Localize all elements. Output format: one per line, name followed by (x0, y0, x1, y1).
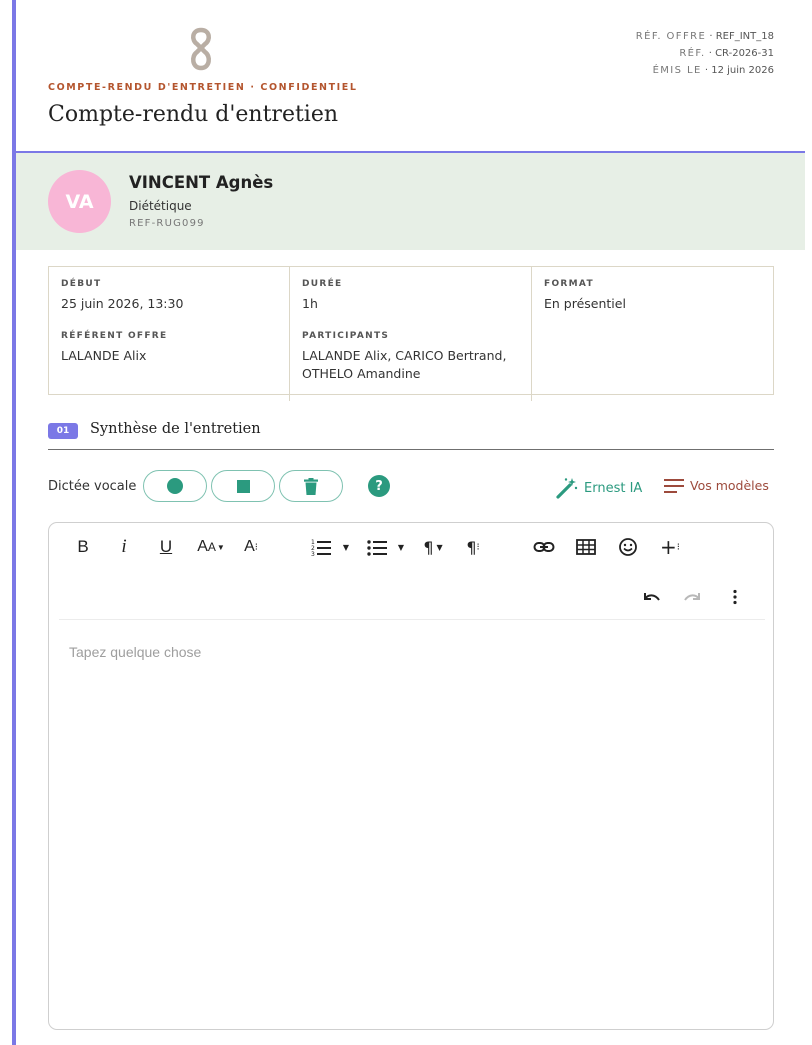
bullet-list-dropdown-icon[interactable]: ▼ (396, 535, 406, 559)
section-number-badge: 01 (48, 423, 78, 439)
info-referent: RÉFÉRENT OFFRE LALANDE Alix (61, 331, 168, 363)
dictation-toolbar: Dictée vocale ? Ernest IA Vos modèles (48, 470, 774, 504)
delete-recording-button[interactable] (279, 470, 343, 502)
ernest-ia-button[interactable]: Ernest IA (556, 477, 642, 499)
avatar: VA (48, 170, 111, 233)
info-duration: DURÉE 1h (302, 279, 343, 311)
info-participants: PARTICIPANTS LALANDE Alix, CARICO Bertra… (302, 331, 507, 381)
page-header: COMPTE-RENDU D'ENTRETIEN · CONFIDENTIEL … (16, 0, 812, 152)
magic-wand-icon (556, 478, 578, 499)
table-icon[interactable] (576, 535, 596, 559)
trash-icon (304, 477, 318, 495)
record-icon (167, 478, 183, 494)
text-style-icon[interactable]: A ⁝ (240, 535, 262, 559)
link-icon[interactable] (533, 535, 555, 559)
ordered-list-dropdown-icon[interactable]: ▼ (341, 535, 351, 559)
ref-offer-line: RÉF. OFFRE · REF_INT_18 (635, 31, 774, 42)
document-kicker: COMPTE-RENDU D'ENTRETIEN · CONFIDENTIEL (48, 82, 358, 93)
italic-icon[interactable]: i (117, 535, 131, 559)
info-column-3: FORMAT En présentiel (532, 267, 773, 401)
font-size-icon[interactable]: A A ▼ (194, 535, 228, 559)
stop-icon (236, 479, 250, 493)
more-options-icon[interactable] (731, 585, 739, 609)
info-format: FORMAT En présentiel (544, 279, 626, 311)
info-column-1: DÉBUT 25 juin 2026, 13:30 RÉFÉRENT OFFRE… (49, 267, 290, 401)
underline-icon[interactable]: U (157, 535, 175, 559)
logo-icon (191, 27, 211, 71)
bold-icon[interactable]: B (75, 535, 91, 559)
templates-label: Vos modèles (690, 478, 769, 493)
info-column-2: DURÉE 1h PARTICIPANTS LALANDE Alix, CARI… (290, 267, 532, 401)
interview-info-grid: DÉBUT 25 juin 2026, 13:30 RÉFÉRENT OFFRE… (48, 266, 774, 401)
help-icon[interactable]: ? (368, 475, 390, 497)
bullet-list-icon[interactable] (367, 535, 389, 559)
section-heading: 01 Synthèse de l'entretien (48, 420, 774, 450)
paragraph-style-icon[interactable]: ¶ ⁝ (462, 535, 484, 559)
editor-text-area[interactable] (49, 620, 773, 1028)
emoji-icon[interactable] (618, 535, 638, 559)
rich-text-editor: B i U A A ▼ A ⁝ 1 2 3 ▼ ▼ ¶ ▼ ¶ ⁝ + ⁝ Ta… (48, 522, 774, 1030)
svg-text:3: 3 (311, 551, 315, 558)
candidate-ref: REF-RUG099 (129, 218, 205, 229)
redo-icon[interactable] (683, 585, 703, 609)
ernest-ia-label: Ernest IA (584, 480, 643, 496)
candidate-field: Diététique (129, 199, 192, 213)
issued-line: ÉMIS LE · 12 juin 2026 (652, 65, 774, 76)
candidate-band: VA VINCENT Agnès Diététique REF-RUG099 (16, 153, 805, 250)
undo-icon[interactable] (641, 585, 661, 609)
menu-lines-icon (664, 478, 684, 493)
ref-line: RÉF. · CR-2026-31 (679, 48, 774, 59)
stop-button[interactable] (211, 470, 275, 502)
paragraph-format-icon[interactable]: ¶ ▼ (418, 535, 448, 559)
candidate-name: VINCENT Agnès (129, 173, 274, 192)
section-title: Synthèse de l'entretien (90, 421, 261, 437)
insert-more-icon[interactable]: + ⁝ (659, 535, 681, 559)
reference-block: RÉF. OFFRE · REF_INT_18 RÉF. · CR-2026-3… (636, 28, 774, 79)
page-title: Compte-rendu d'entretien (48, 102, 339, 127)
dictation-label: Dictée vocale (48, 479, 137, 494)
editor-toolbar-row-2 (49, 585, 775, 609)
info-start: DÉBUT 25 juin 2026, 13:30 (61, 279, 184, 311)
ordered-list-icon[interactable]: 1 2 3 (311, 535, 333, 559)
editor-toolbar-row-1: B i U A A ▼ A ⁝ 1 2 3 ▼ ▼ ¶ ▼ ¶ ⁝ + ⁝ (49, 535, 775, 559)
record-button[interactable] (143, 470, 207, 502)
templates-button[interactable]: Vos modèles (664, 478, 769, 493)
